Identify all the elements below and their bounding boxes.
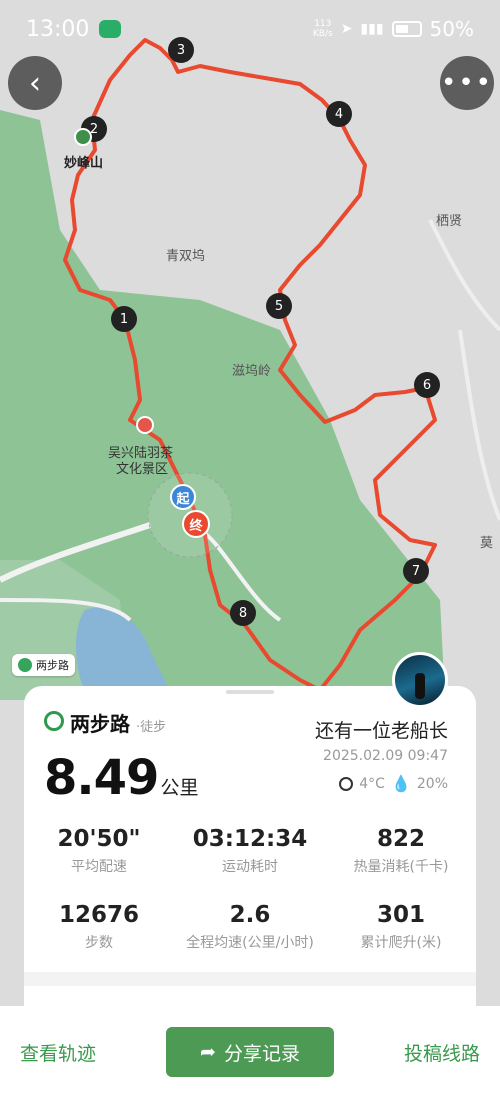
activity-type: ·徒步 xyxy=(136,720,167,735)
avatar[interactable] xyxy=(392,652,448,708)
humidity-icon: 💧 xyxy=(390,774,411,793)
map-label-zihuling: 滋坞岭 xyxy=(232,364,272,379)
record-summary-card: 两步路 ·徒步 还有一位老船长 8.49 公里 2025.02.09 09:47… xyxy=(24,686,476,1006)
stat-label: 平均配速 xyxy=(71,859,127,875)
stat-value: 12676 xyxy=(58,902,140,928)
temperature: 4°C xyxy=(359,775,385,792)
network-speed-value: 113 xyxy=(314,19,332,29)
share-record-button[interactable]: ➦ 分享记录 xyxy=(166,1027,334,1077)
view-track-button[interactable]: 查看轨迹 xyxy=(20,1039,96,1066)
brand-name: 两步路 xyxy=(70,712,130,736)
weather-info: 4°C 💧 20% xyxy=(339,774,448,793)
start-marker[interactable]: 起 xyxy=(170,484,196,510)
stat-value: 20'50" xyxy=(57,826,141,852)
brand-logo-icon xyxy=(44,711,64,731)
network-speed: 113 KB/s xyxy=(313,19,333,39)
stat-value: 2.6 xyxy=(229,902,271,928)
wechat-icon xyxy=(99,20,122,38)
stat-label: 步数 xyxy=(85,935,113,951)
end-marker[interactable]: 终 xyxy=(182,510,210,538)
waypoint-marker-7[interactable]: 7 xyxy=(403,558,429,584)
user-name: 还有一位老船长 xyxy=(314,720,448,742)
record-datetime: 2025.02.09 09:47 xyxy=(323,748,448,764)
stat-label: 热量消耗(千卡) xyxy=(353,859,449,875)
map-label-miaofeng: 妙峰山 xyxy=(64,156,104,171)
scenic-spot-icon xyxy=(136,416,154,434)
distance-value: 8.49 xyxy=(44,750,159,806)
stat-value: 301 xyxy=(376,902,425,928)
stat-avg-pace: 20'50" 平均配速 xyxy=(24,826,174,876)
stat-label: 累计爬升(米) xyxy=(360,935,442,951)
signal-icon: ▮▮▮ xyxy=(360,21,384,37)
stat-elevation-gain: 301 累计爬升(米) xyxy=(326,902,476,952)
waypoint-marker-8[interactable]: 8 xyxy=(230,600,256,626)
map-brand-text: 两步路 xyxy=(36,659,69,672)
stat-label: 运动耗时 xyxy=(222,859,278,875)
bottom-action-bar: 查看轨迹 ➦ 分享记录 投稿线路 xyxy=(0,1006,500,1098)
stat-calories: 822 热量消耗(千卡) xyxy=(326,826,476,876)
humidity: 20% xyxy=(416,775,448,792)
stat-label: 全程均速(公里/小时) xyxy=(186,935,314,951)
back-button[interactable]: ‹ xyxy=(8,56,62,110)
more-button[interactable]: ••• xyxy=(440,56,494,110)
battery-icon xyxy=(391,21,422,37)
network-speed-unit: KB/s xyxy=(312,29,333,39)
map-label-edge: 莫 xyxy=(480,536,494,551)
sun-icon xyxy=(339,776,354,791)
battery-percent: 50% xyxy=(429,17,474,41)
location-icon: ➤ xyxy=(340,21,353,37)
map-label-qingshuangwu: 青双坞 xyxy=(166,249,206,264)
share-arrow-icon: ➦ xyxy=(200,1041,216,1063)
chevron-left-icon: ‹ xyxy=(29,65,41,101)
share-record-label: 分享记录 xyxy=(223,1042,300,1065)
stat-value: 03:12:34 xyxy=(192,826,308,852)
mountain-peak-icon xyxy=(74,128,92,146)
waypoint-marker-1[interactable]: 1 xyxy=(111,306,137,332)
stat-value: 822 xyxy=(376,826,425,852)
status-bar: 13:00 113 KB/s ➤ ▮▮▮ 50% xyxy=(0,0,500,58)
stat-duration: 03:12:34 运动耗时 xyxy=(175,826,325,876)
waypoint-marker-5[interactable]: 5 xyxy=(266,293,292,319)
total-distance: 8.49 公里 xyxy=(44,750,198,806)
card-divider xyxy=(24,972,476,986)
map-brand-badge: 两步路 xyxy=(12,654,75,676)
more-dots-icon: ••• xyxy=(440,68,493,98)
status-time: 13:00 xyxy=(26,16,90,42)
map-label-qixian: 栖贤 xyxy=(436,214,463,229)
submit-route-button[interactable]: 投稿线路 xyxy=(404,1039,480,1066)
stat-avg-speed: 2.6 全程均速(公里/小时) xyxy=(175,902,325,952)
distance-unit: 公里 xyxy=(160,777,199,799)
waypoint-marker-4[interactable]: 4 xyxy=(326,101,352,127)
map-label-tea-scenic-2: 文化景区 xyxy=(116,462,169,477)
brand-logo-icon xyxy=(18,658,32,672)
brand-row: 两步路 ·徒步 xyxy=(44,708,166,737)
waypoint-marker-6[interactable]: 6 xyxy=(414,372,440,398)
stat-steps: 12676 步数 xyxy=(24,902,174,952)
drag-handle[interactable] xyxy=(226,690,274,694)
